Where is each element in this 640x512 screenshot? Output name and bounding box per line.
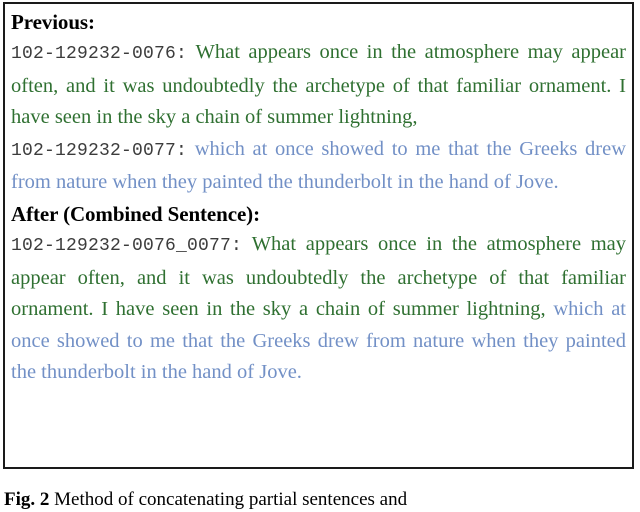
- utterance-0077: 102-129232-0077: which at once showed to…: [11, 134, 626, 199]
- example-box: Previous: 102-129232-0076: What appears …: [3, 2, 634, 469]
- utterance-id-0077: 102-129232-0077:: [11, 140, 188, 161]
- utterance-id-combined: 102-129232-0076_0077:: [11, 235, 243, 256]
- figure-caption-label: Fig. 2: [4, 489, 50, 510]
- figure-caption: Fig. 2 Method of concatenating partial s…: [4, 488, 636, 512]
- figure-caption-text: Method of concatenating partial sentence…: [54, 489, 408, 510]
- utterance-id-0076: 102-129232-0076:: [11, 44, 188, 64]
- section-heading-previous: Previous:: [11, 10, 95, 34]
- section-heading-after: After (Combined Sentence):: [11, 201, 260, 226]
- utterance-combined: 102-129232-0076_0077: What appears once …: [11, 229, 626, 389]
- utterance-0076: 102-129232-0076: What appears once in th…: [11, 37, 626, 134]
- figure-container: Previous: 102-129232-0076: What appears …: [0, 0, 640, 510]
